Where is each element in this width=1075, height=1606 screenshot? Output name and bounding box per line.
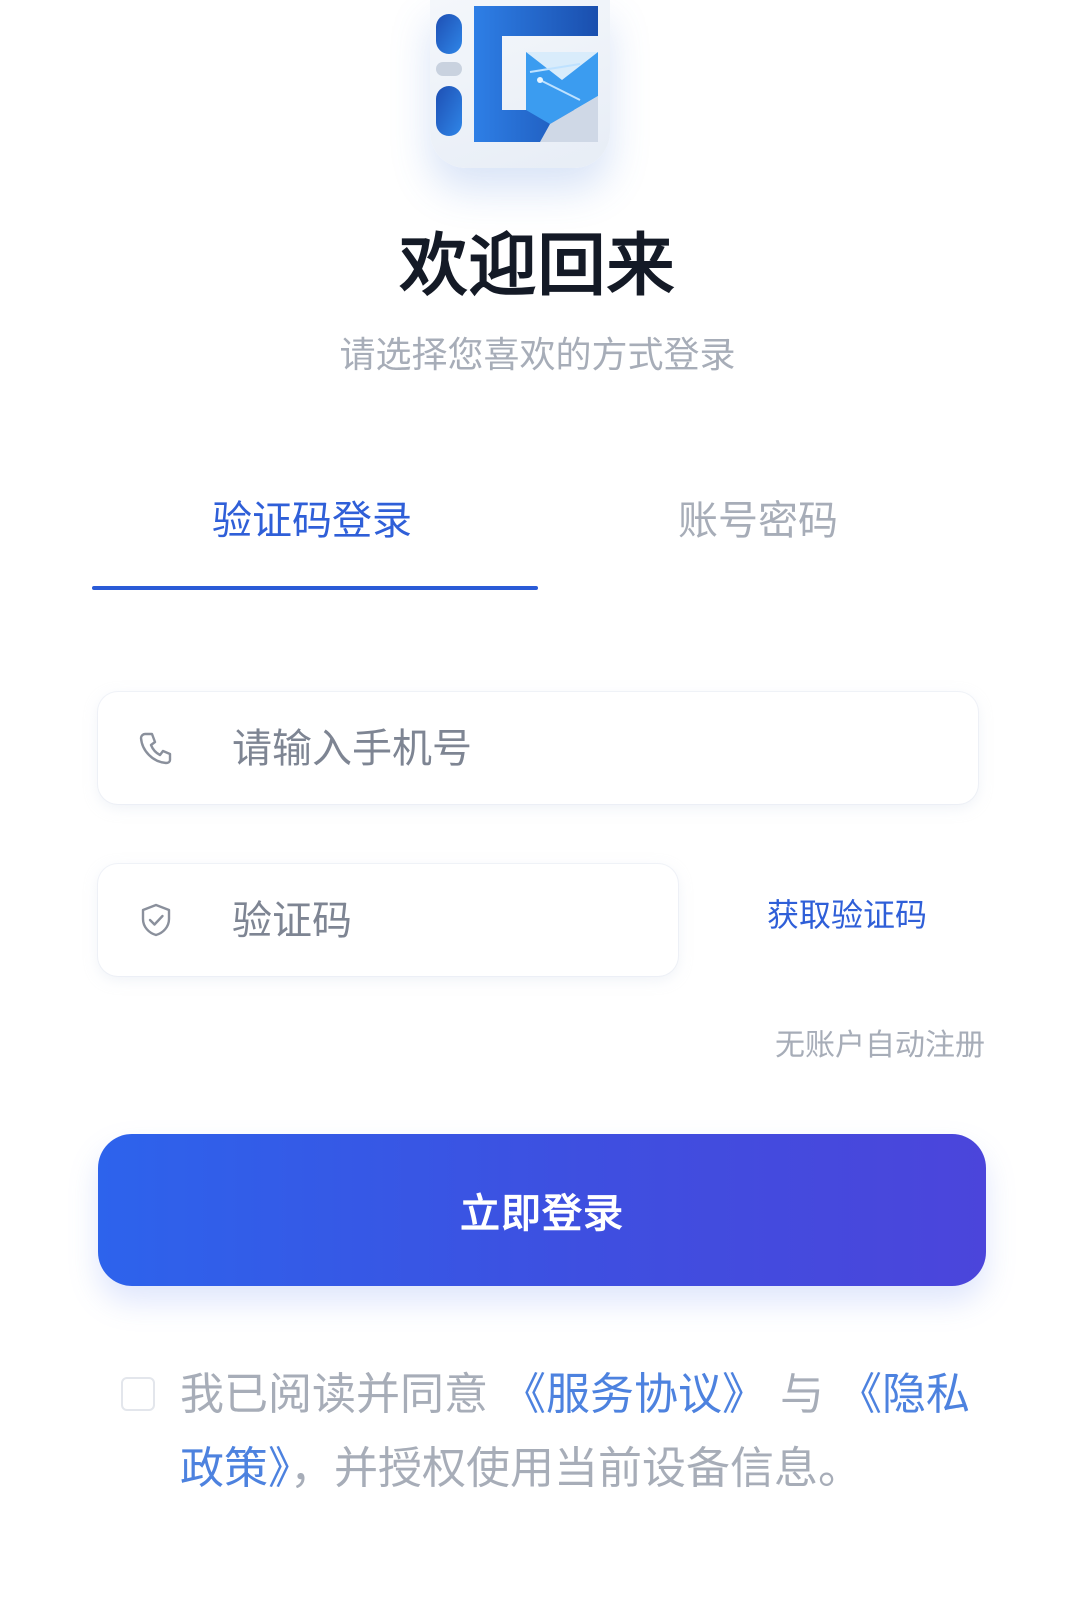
login-page: 欢迎回来 请选择您喜欢的方式登录 验证码登录 账号密码 获取验证码 无账户自动注…	[0, 0, 1075, 1606]
verification-code-input[interactable]	[230, 890, 654, 952]
agreement-prefix: 我已阅读并同意	[180, 1369, 502, 1420]
phone-field[interactable]	[98, 692, 978, 804]
agreement-text: 我已阅读并同意 《服务协议》 与 《隐私政策》，并授权使用当前设备信息。	[180, 1358, 980, 1506]
get-code-button[interactable]: 获取验证码	[767, 890, 927, 936]
verification-code-field[interactable]	[98, 864, 678, 976]
phone-input[interactable]	[230, 718, 934, 780]
login-button[interactable]: 立即登录	[98, 1134, 986, 1286]
agreement-checkbox[interactable]	[121, 1377, 155, 1411]
agreement-suffix: ，并授权使用当前设备信息。	[290, 1443, 862, 1494]
auto-register-note: 无账户自动注册	[775, 1028, 985, 1063]
tab-sms-login[interactable]: 验证码登录	[212, 488, 412, 546]
page-subtitle: 请选择您喜欢的方式登录	[339, 335, 736, 376]
app-logo	[430, 0, 610, 168]
agreement-middle: 与	[766, 1369, 838, 1420]
phone-icon	[138, 730, 174, 766]
shield-check-icon	[138, 902, 174, 938]
tab-password-login[interactable]: 账号密码	[678, 488, 838, 546]
service-agreement-link[interactable]: 《服务协议》	[502, 1369, 766, 1420]
active-tab-indicator	[92, 586, 538, 590]
page-title: 欢迎回来	[399, 227, 676, 306]
